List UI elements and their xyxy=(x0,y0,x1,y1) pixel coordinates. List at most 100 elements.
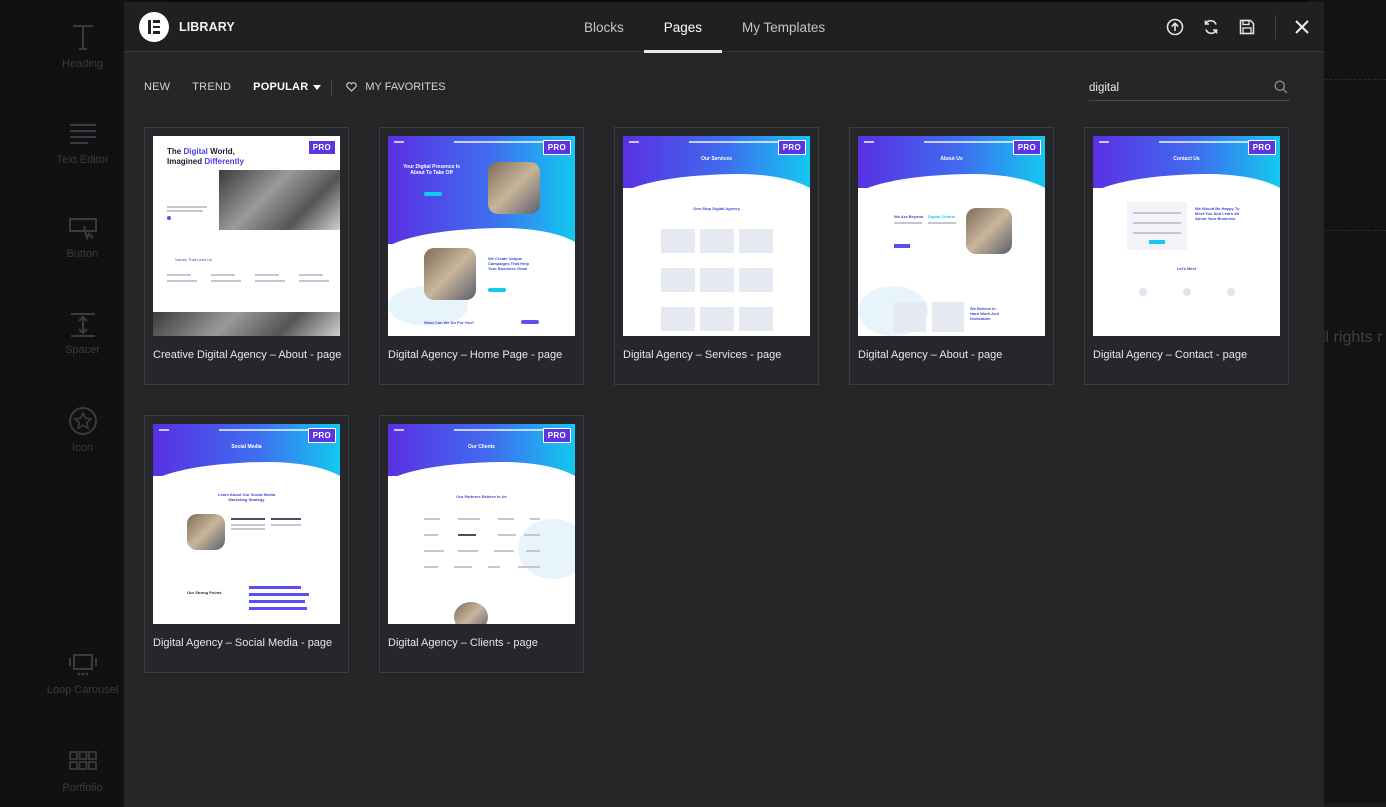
thumb-heading: We Create Unique Campaigns That Help Your … xyxy=(488,256,529,271)
thumb-text-line xyxy=(271,518,301,520)
search-box xyxy=(1089,77,1290,101)
template-card[interactable]: The Digital World, Imagined Differently … xyxy=(144,127,349,385)
caret-down-icon xyxy=(313,84,322,90)
thumb-text-line xyxy=(894,222,922,224)
filter-new[interactable]: NEW xyxy=(144,81,170,93)
import-button[interactable] xyxy=(1157,2,1193,52)
thumb-logo xyxy=(424,518,440,520)
sync-library-button[interactable] xyxy=(1193,2,1229,52)
template-card[interactable]: Social Media Learn About Our Social Medi… xyxy=(144,415,349,673)
thumb-logo xyxy=(488,566,500,568)
thumb-button xyxy=(521,320,539,324)
thumb-text-line xyxy=(231,524,265,526)
filter-my-favorites[interactable]: MY FAVORITES xyxy=(346,81,446,93)
close-button[interactable] xyxy=(1280,2,1324,52)
search-input[interactable] xyxy=(1089,80,1264,96)
thumb-text-line xyxy=(211,274,235,276)
thumb-service-card xyxy=(661,268,695,292)
library-title: LIBRARY xyxy=(179,20,235,34)
thumb-hero-title: Social Media xyxy=(231,444,262,450)
thumb-hero-title: About Us xyxy=(940,156,963,162)
pro-badge: PRO xyxy=(542,428,571,443)
thumb-hero-title: Our Services xyxy=(701,156,732,162)
thumb-text-line xyxy=(928,222,956,224)
thumb-heading: Let's Meet xyxy=(1176,266,1197,271)
canvas-divider xyxy=(1324,230,1386,231)
favorites-label: MY FAVORITES xyxy=(365,81,446,93)
thumb-heading: Our Partners Believe In Us xyxy=(456,494,507,499)
search-icon[interactable] xyxy=(1274,80,1288,94)
thumb-logo xyxy=(498,534,516,536)
template-title: Digital Agency – Home Page - page xyxy=(388,349,563,361)
thumb-form-line xyxy=(1133,212,1181,214)
thumb-text-line xyxy=(231,528,265,530)
thumb-text-line xyxy=(231,518,265,520)
thumb-headline: The Digital World, Imagined Differently xyxy=(167,147,244,166)
thumb-logo xyxy=(518,566,540,568)
thumb-progress-bar xyxy=(249,600,305,603)
template-title: Digital Agency – About - page xyxy=(858,349,1003,361)
thumb-logo xyxy=(454,566,472,568)
carousel-icon xyxy=(68,654,97,676)
template-title: Creative Digital Agency – About - page xyxy=(153,349,342,361)
thumb-heading: We Believe In Hard Work And Dedication xyxy=(970,306,999,321)
template-thumbnail: Contact Us We Would Be Happy To Meet You … xyxy=(1093,136,1280,336)
sync-icon xyxy=(1204,19,1218,35)
spacer-icon xyxy=(70,313,95,337)
filter-bar: NEW TREND POPULAR MY FAVORITES xyxy=(144,78,446,96)
thumb-photo xyxy=(187,514,225,550)
modal-header: LIBRARY Blocks Pages My Templates xyxy=(124,2,1324,53)
thumb-service-card xyxy=(661,229,695,253)
template-card[interactable]: Your Digital Presence Is About To Take Of… xyxy=(379,127,584,385)
template-title: Digital Agency – Contact - page xyxy=(1093,349,1248,361)
thumb-card xyxy=(894,302,926,332)
pro-badge: PRO xyxy=(1247,140,1276,155)
thumb-card xyxy=(932,302,964,332)
thumb-logo xyxy=(458,534,476,536)
thumb-logo xyxy=(424,550,444,552)
thumb-logo xyxy=(458,550,478,552)
thumb-text-line xyxy=(167,206,207,208)
button-icon xyxy=(68,218,97,241)
pro-badge: PRO xyxy=(307,140,336,155)
star-icon xyxy=(68,407,97,435)
thumb-photo xyxy=(454,602,488,624)
thumb-contact-icon xyxy=(1183,288,1191,296)
thumb-subheading: Values That Lead Us xyxy=(175,257,212,262)
thumb-text-line xyxy=(255,280,285,282)
template-card[interactable]: Our Services One-Stop Digital Agency PRO… xyxy=(614,127,819,385)
template-thumbnail: Your Digital Presence Is About To Take Of… xyxy=(388,136,575,336)
template-card[interactable]: About Us We Are Beyond Digital Centric W… xyxy=(849,127,1054,385)
thumb-logo xyxy=(494,550,514,552)
thumb-heading: Our Strong Points xyxy=(187,590,222,595)
pro-badge: PRO xyxy=(1012,140,1041,155)
thumb-service-card xyxy=(739,307,773,331)
thumb-heading: What Can We Do For You? xyxy=(424,320,475,325)
thumb-button xyxy=(488,288,506,292)
thumb-photo xyxy=(424,248,476,300)
tab-my-templates[interactable]: My Templates xyxy=(722,2,845,52)
thumb-heading: We Would Be Happy To Meet You And Learn A… xyxy=(1195,206,1240,221)
grid-icon xyxy=(68,751,97,770)
thumb-logo xyxy=(458,518,480,520)
template-title: Digital Agency – Social Media - page xyxy=(153,637,333,649)
filter-trend[interactable]: TREND xyxy=(192,81,231,93)
close-icon xyxy=(1295,20,1309,34)
thumb-service-card xyxy=(700,307,734,331)
thumb-text-line xyxy=(167,210,203,212)
template-library-modal: LIBRARY Blocks Pages My Templates NEW TR… xyxy=(124,2,1324,807)
template-card[interactable]: Our Clients Our Partners Believe In Us P… xyxy=(379,415,584,673)
filter-popular[interactable]: POPULAR xyxy=(253,81,322,93)
thumb-button xyxy=(424,192,442,196)
thumb-text-line xyxy=(211,280,241,282)
thumb-progress-bar xyxy=(249,586,301,589)
thumb-logo xyxy=(498,518,514,520)
thumb-form-line xyxy=(1133,232,1181,234)
thumb-service-card xyxy=(700,229,734,253)
tab-pages[interactable]: Pages xyxy=(643,2,723,53)
tab-blocks[interactable]: Blocks xyxy=(564,2,644,52)
template-card[interactable]: Contact Us We Would Be Happy To Meet You … xyxy=(1084,127,1289,385)
save-template-button[interactable] xyxy=(1229,2,1265,52)
thumb-progress-bar xyxy=(249,607,307,610)
thumb-dot xyxy=(167,216,171,220)
